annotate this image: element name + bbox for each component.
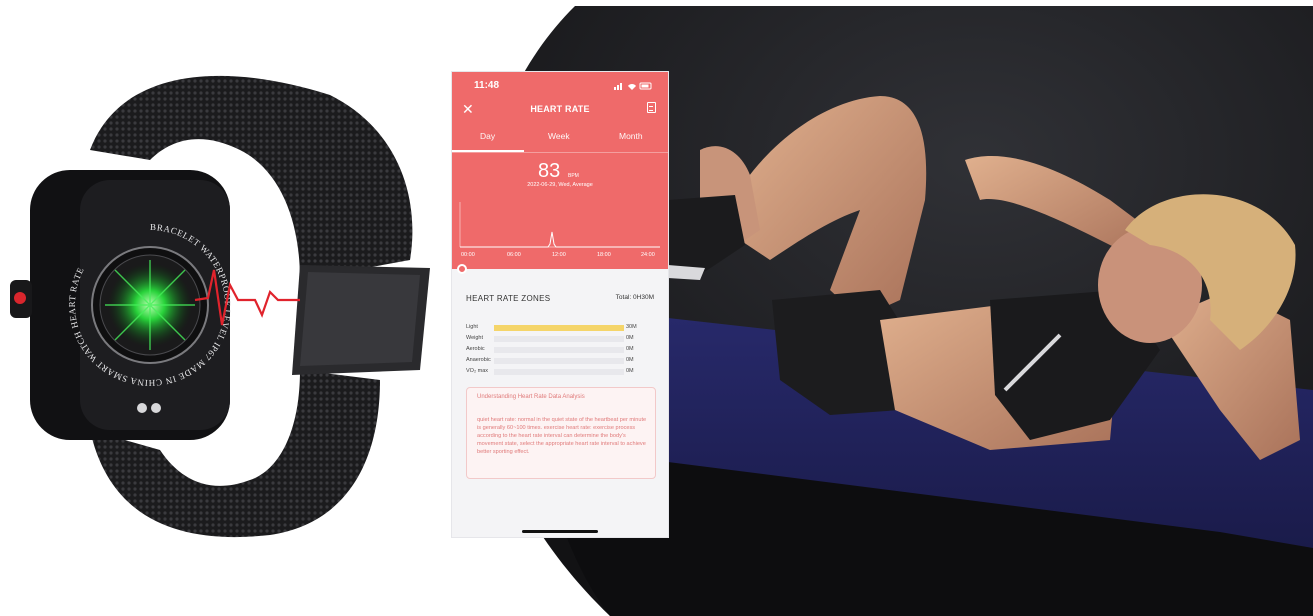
zone-fill <box>494 325 624 331</box>
x-tick-label: 18:00 <box>597 252 611 258</box>
home-indicator <box>522 530 598 533</box>
zone-value: 0M <box>626 368 634 374</box>
heart-rate-header: 11:48 ✕ HEART RATE Day Week Month 83 BPM… <box>452 72 668 269</box>
zone-row: Light 30M <box>466 324 656 332</box>
zone-row: VO₂ max 0M <box>466 368 656 376</box>
x-tick-label: 00:00 <box>461 252 475 258</box>
x-tick-label: 06:00 <box>507 252 521 258</box>
zone-track <box>494 369 624 375</box>
zone-row: Anaerobic 0M <box>466 357 656 365</box>
zone-track <box>494 325 624 331</box>
status-time: 11:48 <box>474 80 500 91</box>
zone-track <box>494 336 624 342</box>
zone-value: 0M <box>626 346 634 352</box>
smartwatch-image: BRACELET WATERPROOF LEVEL IP67 MADE IN C… <box>10 75 430 538</box>
tab-month[interactable]: Month <box>619 131 643 141</box>
zone-row: Weight 0M <box>466 335 656 343</box>
info-card: Understanding Heart Rate Data Analysis q… <box>466 387 656 479</box>
x-tick-label: 12:00 <box>552 252 566 258</box>
zone-label: Anaerobic <box>466 357 491 363</box>
zone-label: Light <box>466 324 478 330</box>
zones-total: Total: 0H30M <box>615 294 654 301</box>
tab-divider <box>452 152 668 153</box>
x-tick-label: 24:00 <box>641 252 655 258</box>
zone-label: Aerobic <box>466 346 485 352</box>
zone-value: 0M <box>626 357 634 363</box>
page-title: HEART RATE <box>530 104 590 114</box>
zone-label: VO₂ max <box>466 368 488 374</box>
zone-track <box>494 347 624 353</box>
zones-title: HEART RATE ZONES <box>466 294 551 303</box>
heart-rate-date: 2022-06-29, Wed, Average <box>527 182 593 188</box>
zone-label: Weight <box>466 335 484 341</box>
zone-track <box>494 358 624 364</box>
zone-row: Aerobic 0M <box>466 346 656 354</box>
zone-value: 0M <box>626 335 634 341</box>
status-icons <box>614 82 652 90</box>
tab-week[interactable]: Week <box>548 131 570 141</box>
heart-rate-unit: BPM <box>568 173 579 179</box>
heart-rate-value: 83 <box>538 160 561 182</box>
phone-screen: 11:48 ✕ HEART RATE Day Week Month 83 BPM… <box>451 71 669 538</box>
document-icon[interactable] <box>647 102 656 113</box>
timeline-slider-knob[interactable] <box>457 264 467 274</box>
zone-value: 30M <box>626 324 637 330</box>
tab-day[interactable]: Day <box>480 131 495 141</box>
info-body: quiet heart rate: normal in the quiet st… <box>477 417 647 455</box>
info-title: Understanding Heart Rate Data Analysis <box>477 394 585 400</box>
